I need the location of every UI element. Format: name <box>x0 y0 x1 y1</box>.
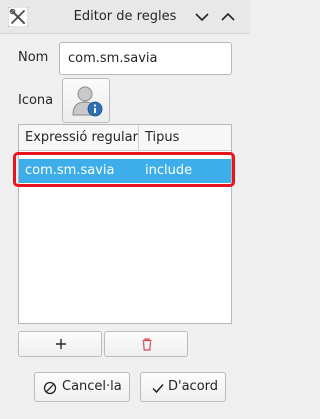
table-header: Expressió regular Tipus <box>19 125 231 151</box>
chevron-up-icon[interactable] <box>219 8 237 26</box>
delete-rule-button[interactable] <box>104 331 188 357</box>
cancel-icon <box>43 381 57 395</box>
name-label: Nom <box>18 50 49 65</box>
add-rule-button[interactable] <box>18 331 102 357</box>
column-divider <box>138 125 139 151</box>
chevron-down-icon[interactable] <box>193 8 211 26</box>
checkmark-icon <box>152 384 164 394</box>
icon-label: Icona <box>18 93 54 108</box>
name-field[interactable]: com.sm.savia <box>59 42 232 75</box>
icon-picker-button[interactable] <box>62 78 110 123</box>
cancel-button-label: Cancel·la <box>62 379 122 394</box>
column-header-type[interactable]: Tipus <box>145 130 179 145</box>
plus-icon <box>56 339 66 349</box>
selection-highlight-outline <box>13 152 235 187</box>
trash-icon <box>142 338 152 351</box>
column-header-regex[interactable]: Expressió regular <box>25 130 138 145</box>
cancel-button[interactable]: Cancel·la <box>34 372 130 402</box>
wrench-screwdriver-icon[interactable] <box>8 7 28 27</box>
user-info-icon <box>72 86 103 117</box>
title-bar: Editor de regles <box>0 0 250 34</box>
ok-button-label: D'acord <box>168 379 219 394</box>
ok-button[interactable]: D'acord <box>140 372 226 402</box>
window-title: Editor de regles <box>73 9 177 24</box>
